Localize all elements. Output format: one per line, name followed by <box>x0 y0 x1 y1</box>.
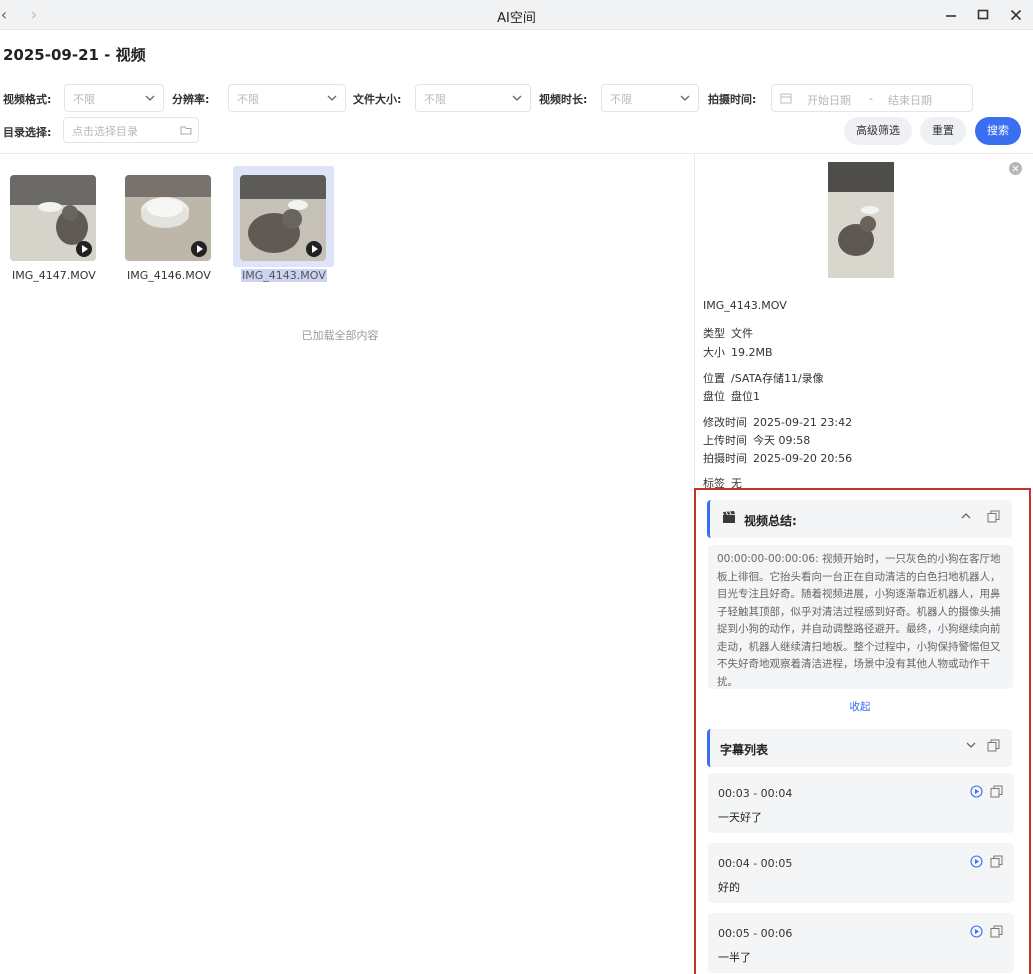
directory-label: 目录选择: <box>3 126 52 139</box>
clapperboard-icon <box>723 511 735 523</box>
format-select[interactable]: 不限 <box>64 84 164 112</box>
file-size-label: 文件大小: <box>353 93 402 106</box>
subtitle-list-header[interactable]: 字幕列表 <box>707 729 1012 767</box>
copy-icon[interactable] <box>987 739 1000 752</box>
reset-button[interactable]: 重置 <box>920 117 966 145</box>
file-size-select[interactable]: 不限 <box>415 84 531 112</box>
video-thumbnail[interactable] <box>125 175 211 261</box>
subtitle-time: 00:04 - 00:05 <box>718 857 793 870</box>
detail-type: 类型 文件 <box>703 325 753 341</box>
file-name-selected[interactable]: IMG_4143.MOV <box>241 269 327 282</box>
summary-title: 视频总结: <box>744 514 797 528</box>
shot-key: 拍摄时间 <box>703 452 747 465</box>
location-value: /SATA存储11/录像 <box>731 372 824 385</box>
title-bar: ‹ › AI空间 <box>0 0 1033 30</box>
start-date-input[interactable]: 开始日期 <box>807 92 851 108</box>
loaded-all-text: 已加载全部内容 <box>301 329 379 342</box>
divider <box>0 153 1033 154</box>
chevron-down-icon[interactable] <box>965 739 977 751</box>
video-thumbnail[interactable] <box>240 175 326 261</box>
chevron-down-icon <box>327 95 337 101</box>
detail-uploaded: 上传时间 今天 09:58 <box>703 432 810 448</box>
play-icon <box>306 241 322 257</box>
panel-divider <box>694 153 695 488</box>
duration-value: 不限 <box>610 93 632 106</box>
copy-icon[interactable] <box>990 925 1003 938</box>
resolution-select[interactable]: 不限 <box>228 84 346 112</box>
subtitle-text: 一天好了 <box>718 811 762 824</box>
format-label: 视频格式: <box>3 93 52 106</box>
duration-label: 视频时长: <box>539 93 588 106</box>
subtitle-list-title: 字幕列表 <box>720 743 769 757</box>
directory-select[interactable]: 点击选择目录 <box>63 117 199 143</box>
minimize-icon[interactable] <box>940 4 962 26</box>
resolution-label: 分辨率: <box>172 93 210 106</box>
calendar-icon <box>780 93 792 104</box>
window-title: AI空间 <box>497 11 536 26</box>
advanced-filter-button[interactable]: 高级筛选 <box>844 117 912 145</box>
shoot-time-label: 拍摄时间: <box>708 93 757 106</box>
directory-placeholder: 点击选择目录 <box>72 125 138 138</box>
size-value: 19.2MB <box>731 346 773 359</box>
location-key: 位置 <box>703 372 725 385</box>
subtitle-text: 一半了 <box>718 951 751 964</box>
subtitle-text: 好的 <box>718 881 740 894</box>
close-icon[interactable] <box>1005 4 1027 26</box>
modified-value: 2025-09-21 23:42 <box>753 416 853 429</box>
subtitle-item[interactable]: 00:03 - 00:04 一天好了 <box>708 773 1014 833</box>
chevron-up-icon[interactable] <box>960 510 972 522</box>
close-panel-icon[interactable] <box>1009 162 1022 175</box>
resolution-value: 不限 <box>237 93 259 106</box>
page-title: 2025-09-21 - 视频 <box>3 46 146 64</box>
uploaded-key: 上传时间 <box>703 434 747 447</box>
duration-select[interactable]: 不限 <box>601 84 699 112</box>
type-value: 文件 <box>731 327 753 340</box>
subtitle-time: 00:05 - 00:06 <box>718 927 793 940</box>
uploaded-value: 今天 09:58 <box>753 434 811 447</box>
summary-text: 00:00:00-00:00:06: 视频开始时，一只灰色的小狗在客厅地板上徘徊… <box>708 545 1013 689</box>
file-size-value: 不限 <box>424 93 446 106</box>
play-icon <box>191 241 207 257</box>
summary-header[interactable]: 视频总结: <box>707 500 1012 538</box>
size-key: 大小 <box>703 346 725 359</box>
play-icon <box>76 241 92 257</box>
play-circle-icon[interactable] <box>970 785 983 798</box>
collapse-link[interactable]: 收起 <box>830 699 890 714</box>
end-date-input[interactable]: 结束日期 <box>888 92 932 108</box>
subtitle-item[interactable]: 00:05 - 00:06 一半了 <box>708 913 1014 973</box>
copy-icon[interactable] <box>990 855 1003 868</box>
shot-value: 2025-09-20 20:56 <box>753 452 853 465</box>
chevron-down-icon <box>680 95 690 101</box>
subtitle-item[interactable]: 00:04 - 00:05 好的 <box>708 843 1014 903</box>
chevron-down-icon <box>145 95 155 101</box>
type-key: 类型 <box>703 327 725 340</box>
detail-disk: 盘位 盘位1 <box>703 388 760 404</box>
subtitle-time: 00:03 - 00:04 <box>718 787 793 800</box>
format-value: 不限 <box>73 93 95 106</box>
detail-shot: 拍摄时间 2025-09-20 20:56 <box>703 450 852 466</box>
disk-key: 盘位 <box>703 390 725 403</box>
detail-size: 大小 19.2MB <box>703 344 773 360</box>
detail-modified: 修改时间 2025-09-21 23:42 <box>703 414 852 430</box>
detail-file-name: IMG_4143.MOV <box>703 299 787 312</box>
date-range-picker[interactable]: 开始日期 - 结束日期 <box>771 84 973 112</box>
folder-icon <box>180 126 192 135</box>
play-circle-icon[interactable] <box>970 855 983 868</box>
play-circle-icon[interactable] <box>970 925 983 938</box>
detail-location: 位置/SATA存储11/录像 <box>703 370 824 386</box>
modified-key: 修改时间 <box>703 416 747 429</box>
video-thumbnail[interactable] <box>10 175 96 261</box>
date-separator: - <box>869 92 873 105</box>
maximize-icon[interactable] <box>972 4 994 26</box>
chevron-down-icon <box>512 95 522 101</box>
copy-icon[interactable] <box>987 510 1000 523</box>
disk-value: 盘位1 <box>731 390 760 403</box>
search-button[interactable]: 搜索 <box>975 117 1021 145</box>
file-name[interactable]: IMG_4146.MOV <box>127 269 211 282</box>
copy-icon[interactable] <box>990 785 1003 798</box>
preview-image <box>828 162 894 278</box>
file-name[interactable]: IMG_4147.MOV <box>12 269 96 282</box>
